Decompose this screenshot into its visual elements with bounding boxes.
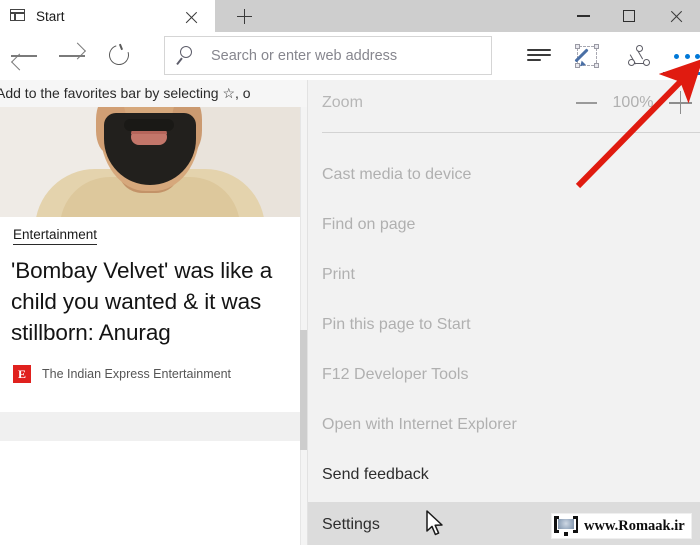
more-button-active-indicator <box>663 72 700 75</box>
make-a-web-note-icon <box>574 44 599 68</box>
menu-item-open-with-internet-explorer[interactable]: Open with Internet Explorer <box>308 402 700 448</box>
favorites-bar-hint: Add to the favorites bar by selecting ☆,… <box>0 85 251 101</box>
content-empty-area <box>0 441 300 545</box>
menu-item-pin-this-page-to-start[interactable]: Pin this page to Start <box>308 302 700 348</box>
watermark-text: www.Romaak.ir <box>584 517 685 534</box>
hub-icon <box>527 48 551 64</box>
arrow-right-icon <box>58 47 86 65</box>
title-bar: Start <box>0 0 700 32</box>
close-window-button[interactable] <box>652 0 700 32</box>
page-scrollbar[interactable] <box>300 107 307 545</box>
article-category[interactable]: Entertainment <box>13 227 98 245</box>
page-content: Entertainment 'Bombay Velvet' was like a… <box>0 107 307 545</box>
menu-item-cast-media-to-device[interactable]: Cast media to device <box>308 152 700 198</box>
menu-item-label: F12 Developer Tools <box>322 366 469 383</box>
menu-item-label: Pin this page to Start <box>322 316 471 333</box>
menu-item-label: Print <box>322 266 355 283</box>
forward-button[interactable] <box>48 32 96 80</box>
tab-title: Start <box>36 8 65 24</box>
article-headline[interactable]: 'Bombay Velvet' was like a child you wan… <box>11 255 307 348</box>
menu-item-label: Cast media to device <box>322 166 472 183</box>
address-bar[interactable]: Search or enter web address <box>164 36 492 75</box>
content-band <box>0 412 300 441</box>
minimize-icon <box>576 15 590 17</box>
share-icon <box>627 45 651 67</box>
monitor-globe-icon <box>554 516 578 536</box>
new-tab-button[interactable] <box>215 0 560 32</box>
arrow-left-icon <box>10 47 38 65</box>
article-hero-image[interactable] <box>0 107 300 217</box>
zoom-in-button[interactable] <box>662 86 700 120</box>
refresh-icon <box>105 41 133 69</box>
menu-item-label: Send feedback <box>322 466 429 483</box>
article-source[interactable]: E The Indian Express Entertainment <box>13 365 231 383</box>
web-note-button[interactable] <box>563 32 611 80</box>
menu-item-find-on-page[interactable]: Find on page <box>308 202 700 248</box>
edge-browser-window: Start Search or enter web address Add to… <box>0 0 700 545</box>
mouse-pointer-icon <box>426 510 443 536</box>
more-menu-panel: Zoom 100% Cast media to device Find on pa… <box>307 80 700 545</box>
back-button[interactable] <box>0 32 48 80</box>
source-logo: E <box>13 365 31 383</box>
menu-item-label: Settings <box>322 516 380 533</box>
close-icon <box>670 10 683 23</box>
close-tab-button[interactable] <box>182 8 200 26</box>
source-name: The Indian Express Entertainment <box>42 367 231 381</box>
menu-item-f12-developer-tools[interactable]: F12 Developer Tools <box>308 352 700 398</box>
menu-item-print[interactable]: Print <box>308 252 700 298</box>
plus-icon <box>237 9 252 24</box>
zoom-value: 100% <box>612 94 654 111</box>
menu-divider <box>322 132 700 133</box>
more-dots-icon <box>674 53 700 59</box>
menu-item-label: Find on page <box>322 216 416 233</box>
zoom-out-button[interactable] <box>570 86 604 120</box>
address-input-placeholder[interactable]: Search or enter web address <box>211 48 397 64</box>
watermark: www.Romaak.ir <box>551 513 692 539</box>
search-icon <box>176 45 199 66</box>
refresh-button[interactable] <box>96 32 144 80</box>
minimize-button[interactable] <box>560 0 606 32</box>
menu-zoom-row: Zoom 100% <box>308 80 700 126</box>
close-icon <box>185 11 198 24</box>
maximize-icon <box>623 10 635 22</box>
favorites-bar[interactable]: Add to the favorites bar by selecting ☆,… <box>0 80 307 108</box>
hub-button[interactable] <box>515 32 563 80</box>
menu-item-label: Open with Internet Explorer <box>322 416 517 433</box>
menu-item-send-feedback[interactable]: Send feedback <box>308 452 700 498</box>
share-button[interactable] <box>615 32 663 80</box>
page-scrollbar-thumb[interactable] <box>300 330 307 450</box>
maximize-button[interactable] <box>606 0 652 32</box>
zoom-label: Zoom <box>322 94 363 111</box>
zoom-controls: 100% <box>570 80 700 126</box>
window-icon <box>10 9 27 23</box>
